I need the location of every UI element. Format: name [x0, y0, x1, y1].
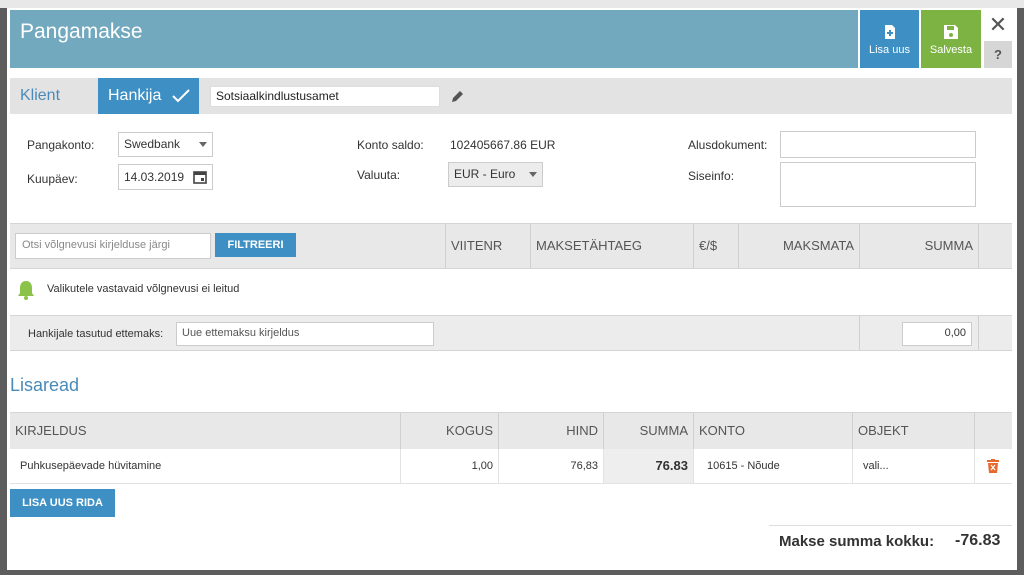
- partner-type-bar: Klient Hankija Sotsiaalkindlustusamet: [10, 78, 1012, 114]
- extra-rows-title: Lisaread: [10, 375, 80, 395]
- total-value: -76.83: [955, 532, 1001, 549]
- add-new-label: Lisa uus: [869, 44, 910, 56]
- col-quantity: KOGUS: [400, 413, 498, 449]
- add-row-button[interactable]: LISA UUS RIDA: [10, 489, 115, 517]
- row-price-input[interactable]: 76,83: [498, 449, 603, 483]
- col-row-sum: SUMMA: [603, 413, 693, 449]
- row-description-input[interactable]: Puhkusepäevade hüvitamine: [10, 449, 400, 483]
- save-icon: [944, 25, 958, 39]
- row-object-select[interactable]: vali...: [852, 449, 974, 483]
- bell-icon: [18, 281, 34, 300]
- document-label: Alusdokument:: [688, 138, 768, 152]
- divider: [978, 316, 979, 350]
- checkmark-icon: [172, 89, 190, 103]
- row-account-select[interactable]: 10615 - Nõude: [693, 449, 852, 483]
- col-sum[interactable]: SUMMA: [859, 224, 978, 268]
- col-unpaid[interactable]: MAKSMATA: [738, 224, 859, 268]
- divider: [769, 525, 1012, 526]
- chevron-down-icon: [529, 172, 537, 177]
- col-due-date[interactable]: MAKSETÄHTAEG: [530, 224, 693, 268]
- advance-description-input[interactable]: Uue ettemaksu kirjeldus: [176, 322, 434, 346]
- close-icon[interactable]: ✕: [985, 12, 1011, 38]
- partner-input[interactable]: Sotsiaalkindlustusamet: [210, 86, 440, 107]
- save-button[interactable]: Salvesta: [921, 10, 981, 68]
- row-sum: 76.83: [603, 449, 693, 483]
- internal-info-textarea[interactable]: [780, 162, 976, 207]
- tab-hankija[interactable]: Hankija: [98, 78, 199, 114]
- add-new-button[interactable]: Lisa uus: [860, 10, 919, 68]
- col-account: KONTO: [693, 413, 852, 449]
- tab-klient[interactable]: Klient: [10, 78, 98, 114]
- debt-search-input[interactable]: Otsi võlgnevusi kirjelduse järgi: [15, 233, 211, 259]
- trash-icon[interactable]: [987, 459, 999, 473]
- col-price: HIND: [498, 413, 603, 449]
- advance-label: Hankijale tasutud ettemaks:: [28, 328, 164, 340]
- help-button[interactable]: ?: [984, 41, 1012, 68]
- currency-label: Valuuta:: [357, 168, 401, 182]
- col-delete: [974, 413, 1012, 449]
- currency-value: EUR - Euro: [454, 167, 516, 181]
- col-actions: [978, 224, 1012, 268]
- row-delete-cell: [974, 449, 1012, 483]
- chevron-down-icon: [199, 142, 207, 147]
- modal-header: Pangamakse: [10, 10, 858, 68]
- advance-row: Hankijale tasutud ettemaks: Uue ettemaks…: [10, 315, 1012, 351]
- internal-info-label: Siseinfo:: [688, 169, 735, 183]
- filter-button[interactable]: FILTREERI: [215, 233, 296, 257]
- modal-title: Pangamakse: [20, 20, 143, 43]
- balance-value: 102405667.86 EUR: [450, 138, 556, 152]
- col-reference[interactable]: VIITENR: [445, 224, 530, 268]
- currency-select[interactable]: EUR - Euro: [448, 162, 543, 187]
- extra-table-header: KIRJELDUS KOGUS HIND SUMMA KONTO OBJEKT: [10, 412, 1012, 449]
- pencil-icon[interactable]: [450, 90, 464, 104]
- row-quantity-input[interactable]: 1,00: [400, 449, 498, 483]
- balance-label: Konto saldo:: [357, 138, 424, 152]
- empty-message: Valikutele vastavaid võlgnevusi ei leitu…: [47, 283, 240, 295]
- save-label: Salvesta: [929, 44, 973, 56]
- bank-account-select[interactable]: Swedbank: [118, 132, 213, 157]
- debts-table-header: Otsi võlgnevusi kirjelduse järgi FILTREE…: [10, 223, 1012, 269]
- calendar-icon[interactable]: [193, 170, 207, 184]
- col-object: OBJEKT: [852, 413, 974, 449]
- tab-hankija-label: Hankija: [108, 87, 162, 104]
- col-description: KIRJELDUS: [15, 423, 87, 438]
- col-currency[interactable]: €/$: [693, 224, 738, 268]
- divider: [859, 316, 860, 350]
- add-document-icon: [884, 25, 895, 39]
- advance-amount-input[interactable]: 0,00: [902, 322, 972, 346]
- bank-account-label: Pangakonto:: [27, 138, 95, 152]
- date-input[interactable]: 14.03.2019: [118, 164, 213, 190]
- bank-account-value: Swedbank: [124, 137, 181, 151]
- payment-modal: Pangamakse Lisa uus Salvesta ✕ ? Klient …: [7, 8, 1017, 570]
- document-input[interactable]: [780, 131, 976, 158]
- table-row: Puhkusepäevade hüvitamine 1,00 76,83 76.…: [10, 449, 1012, 484]
- date-label: Kuupäev:: [27, 172, 78, 186]
- empty-notice: Valikutele vastavaid võlgnevusi ei leitu…: [10, 269, 1012, 315]
- total-label: Makse summa kokku:: [779, 533, 935, 550]
- date-value: 14.03.2019: [124, 170, 185, 184]
- background-page: [0, 0, 1024, 8]
